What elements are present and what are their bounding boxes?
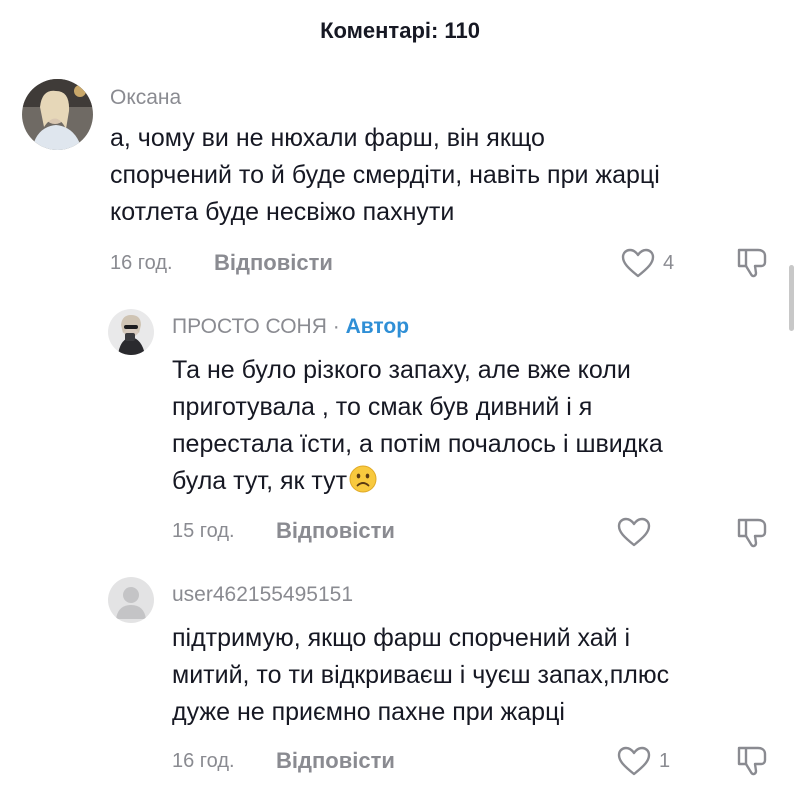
comment-text-line: перестала їсти, а потім почалось і швидк… [172,430,663,458]
reply-button[interactable]: Відповісти [276,748,395,774]
scrollbar[interactable] [789,265,794,331]
default-avatar-icon [108,577,154,623]
comment-text-line: котлета буде несвіжо пахнути [110,198,455,226]
comment-text-line: митий, то ти відкриваєш і чуєш запах,плю… [172,661,670,689]
avatar[interactable] [108,577,154,623]
avatar-photo [108,309,154,355]
comment-time: 16 год. [110,252,173,274]
heart-outline-icon[interactable] [616,516,652,548]
comment-username[interactable]: user462155495151 [172,583,353,607]
avatar[interactable] [22,79,93,150]
username-text: ПРОСТО СОНЯ [172,315,327,338]
like-count: 4 [663,252,675,274]
thumbs-down-icon[interactable] [734,742,770,778]
separator-dot: · [332,315,340,338]
thumbs-down-icon[interactable] [734,244,770,280]
heart-outline-icon[interactable] [616,745,652,777]
comment-time: 16 год. [172,750,235,772]
avatar-photo [22,79,93,150]
comment-username[interactable]: Оксана [110,86,181,110]
thumbs-down-icon[interactable] [734,514,770,550]
comment-text-line: дуже не приємно пахне при жарці [172,698,565,726]
heart-outline-icon[interactable] [620,247,656,279]
comment-text-line: Та не було різкого запаху, але вже коли [172,356,631,384]
avatar[interactable] [108,309,154,355]
comment-text-line: спорчений то й буде смердіти, навіть при… [110,161,660,189]
frowning-face-icon [349,465,377,493]
reply-button[interactable]: Відповісти [276,518,395,544]
comment-text-line-last: була тут, як тут [172,463,377,499]
reply-button[interactable]: Відповісти [214,250,333,276]
like-count: 1 [659,750,671,772]
comment-text-line: була тут, як тут [172,467,348,495]
comments-header-title: Коментарі: 110 [320,18,480,43]
comment-text-line: а, чому ви не нюхали фарш, він якщо [110,124,545,152]
comment-text-line: підтримую, якщо фарш спорчений хай і [172,624,631,652]
comment-username[interactable]: ПРОСТО СОНЯ · Автор [172,315,409,339]
comment-text-line: приготувала , то смак був дивний і я [172,393,593,421]
author-badge: Автор [345,315,410,338]
comment-time: 15 год. [172,520,235,542]
